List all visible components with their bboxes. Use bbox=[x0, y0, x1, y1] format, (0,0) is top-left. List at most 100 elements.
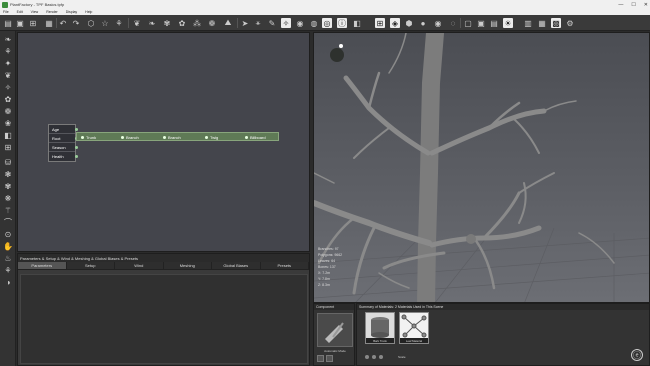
bush-icon[interactable]: ❁ bbox=[207, 18, 217, 28]
next-icon[interactable] bbox=[379, 355, 383, 359]
bark-preview bbox=[371, 317, 389, 338]
fire-icon[interactable]: ♨ bbox=[3, 253, 13, 263]
node-trunk[interactable]: Trunk bbox=[81, 133, 96, 142]
close-button[interactable]: ✕ bbox=[644, 2, 648, 8]
flower-b-icon[interactable]: ✾ bbox=[3, 181, 13, 191]
palette-icon[interactable]: ▦ bbox=[537, 18, 547, 28]
box-icon[interactable]: ◧ bbox=[352, 18, 362, 28]
play-icon[interactable] bbox=[372, 355, 376, 359]
node-twig[interactable]: Twig bbox=[205, 133, 218, 142]
grid-icon[interactable]: ⊞ bbox=[375, 18, 385, 28]
leaf-e-icon[interactable]: ✧ bbox=[3, 82, 13, 92]
materials-title: Summary of Materials: 2 Materials Used i… bbox=[357, 304, 649, 310]
apple-icon[interactable]: ● bbox=[418, 18, 428, 28]
node-pipeline[interactable]: Trunk Branch Branch Twig Billboard bbox=[76, 132, 279, 141]
cylinder-icon[interactable]: ⛁ bbox=[3, 157, 13, 167]
sphere-a-icon[interactable]: ◉ bbox=[295, 18, 305, 28]
shrub-icon[interactable]: ✾ bbox=[162, 18, 172, 28]
leaf-d-icon[interactable]: ❦ bbox=[3, 70, 13, 80]
target-icon[interactable]: ⊙ bbox=[3, 229, 13, 239]
mini-b-icon[interactable] bbox=[326, 355, 333, 362]
plant-tool-icon[interactable]: ⚘ bbox=[114, 18, 124, 28]
input-age[interactable]: Age bbox=[49, 125, 78, 134]
paint-brush-icon[interactable]: ✎ bbox=[267, 18, 277, 28]
hand-icon[interactable]: ✋ bbox=[3, 241, 13, 251]
leaf-f-icon[interactable]: ❀ bbox=[3, 118, 13, 128]
twig-icon[interactable]: ⚚ bbox=[3, 205, 13, 215]
redo-icon[interactable]: ↷ bbox=[71, 18, 81, 28]
tab-wind[interactable]: Wind bbox=[115, 262, 164, 269]
cube-icon[interactable]: ⬡ bbox=[86, 18, 96, 28]
screen-icon[interactable]: ▩ bbox=[551, 18, 561, 28]
minimize-button[interactable]: — bbox=[618, 2, 623, 8]
info-icon[interactable]: ⓘ bbox=[337, 18, 347, 28]
camera-icon[interactable]: ⬢ bbox=[404, 18, 414, 28]
3d-viewport[interactable]: Branches: 97 Polygons: 9662 Leaves: 64 B… bbox=[313, 32, 650, 303]
material-leaf-thumb[interactable]: Leaf Material bbox=[399, 312, 429, 344]
menu-file[interactable]: File bbox=[3, 10, 9, 14]
node-billboard[interactable]: Billboard bbox=[245, 133, 266, 142]
view-eye-b-icon[interactable]: ◌ bbox=[448, 18, 458, 28]
view-eye-icon[interactable]: ◉ bbox=[433, 18, 443, 28]
rose-icon[interactable]: ❋ bbox=[3, 193, 13, 203]
sphere-icon[interactable]: ◑ bbox=[3, 277, 13, 287]
scene-icon[interactable]: ▦ bbox=[44, 18, 54, 28]
terrain-icon[interactable]: ⛰ bbox=[223, 18, 233, 28]
tab-meshing[interactable]: Meshing bbox=[163, 262, 212, 269]
component-thumbnail[interactable] bbox=[317, 313, 353, 347]
save-icon[interactable]: ▣ bbox=[15, 18, 25, 28]
leaf-c-icon[interactable]: ✦ bbox=[3, 58, 13, 68]
star-icon[interactable]: ☆ bbox=[100, 18, 110, 28]
node-graph-icon[interactable]: ⚹ bbox=[253, 18, 263, 28]
leaves-icon[interactable]: ❃ bbox=[3, 169, 13, 179]
flower-icon[interactable]: ✿ bbox=[177, 18, 187, 28]
node-branch-2[interactable]: Branch bbox=[163, 133, 181, 142]
menu-display[interactable]: Display bbox=[66, 10, 77, 14]
input-node[interactable]: Age Root Season Health bbox=[48, 124, 78, 162]
scene-stats: Branches: 97 Polygons: 9662 Leaves: 64 B… bbox=[318, 247, 343, 287]
sun-icon[interactable]: ☀ bbox=[503, 18, 513, 28]
input-health[interactable]: Health bbox=[49, 152, 78, 161]
plus-box-icon[interactable]: ⊞ bbox=[3, 142, 13, 152]
leaf-icon[interactable]: ❧ bbox=[147, 18, 157, 28]
new-file-icon[interactable]: ⊞ bbox=[28, 18, 38, 28]
render-icon[interactable]: ◈ bbox=[390, 18, 400, 28]
node-branch-1[interactable]: Branch bbox=[121, 133, 139, 142]
color-a-icon[interactable]: ▣ bbox=[476, 18, 486, 28]
menu-edit[interactable]: Edit bbox=[17, 10, 23, 14]
tree-icon[interactable]: ⚘ bbox=[3, 265, 13, 275]
bud-icon[interactable]: ❁ bbox=[3, 106, 13, 116]
select-arrow-icon[interactable]: ➤ bbox=[240, 18, 250, 28]
undo-icon[interactable]: ↶ bbox=[58, 18, 68, 28]
input-root[interactable]: Root bbox=[49, 134, 78, 143]
branch-icon[interactable]: ❦ bbox=[132, 18, 142, 28]
mini-a-icon[interactable] bbox=[317, 355, 324, 362]
prev-icon[interactable] bbox=[365, 355, 369, 359]
maximize-button[interactable]: ☐ bbox=[631, 2, 635, 8]
curve-icon[interactable]: ⌒ bbox=[3, 217, 13, 227]
sphere-b-icon[interactable]: ◍ bbox=[309, 18, 319, 28]
help-logo-icon[interactable]: ⓔ bbox=[631, 349, 643, 361]
menu-render[interactable]: Render bbox=[46, 10, 57, 14]
leaf-b-icon[interactable]: ⚘ bbox=[3, 46, 13, 56]
flower-icon[interactable]: ✿ bbox=[3, 94, 13, 104]
material-bark-thumb[interactable]: Bark Trunk bbox=[365, 312, 395, 344]
input-season[interactable]: Season bbox=[49, 143, 78, 152]
wind-icon[interactable]: ✧ bbox=[281, 18, 291, 28]
box-icon[interactable]: ◧ bbox=[3, 130, 13, 140]
square-icon[interactable]: ▢ bbox=[463, 18, 473, 28]
settings-icon[interactable]: ⚙ bbox=[565, 18, 575, 28]
color-c-icon[interactable]: ▥ bbox=[523, 18, 533, 28]
tab-setup[interactable]: Setup bbox=[66, 262, 115, 269]
tab-parameters[interactable]: Parameters bbox=[18, 262, 67, 269]
folder-open-icon[interactable]: ▤ bbox=[3, 18, 13, 28]
color-b-icon[interactable]: ▤ bbox=[489, 18, 499, 28]
tab-presets[interactable]: Presets bbox=[260, 262, 309, 269]
eye-icon[interactable]: ◎ bbox=[322, 18, 332, 28]
tab-global-biases[interactable]: Global Biases bbox=[212, 262, 261, 269]
menu-view[interactable]: View bbox=[31, 10, 39, 14]
grass-icon[interactable]: ⁂ bbox=[192, 18, 202, 28]
node-graph-panel[interactable]: Age Root Season Health Trunk Branch Bran… bbox=[17, 32, 310, 252]
leaf-a-icon[interactable]: ❧ bbox=[3, 34, 13, 44]
menu-help[interactable]: Help bbox=[85, 10, 92, 14]
